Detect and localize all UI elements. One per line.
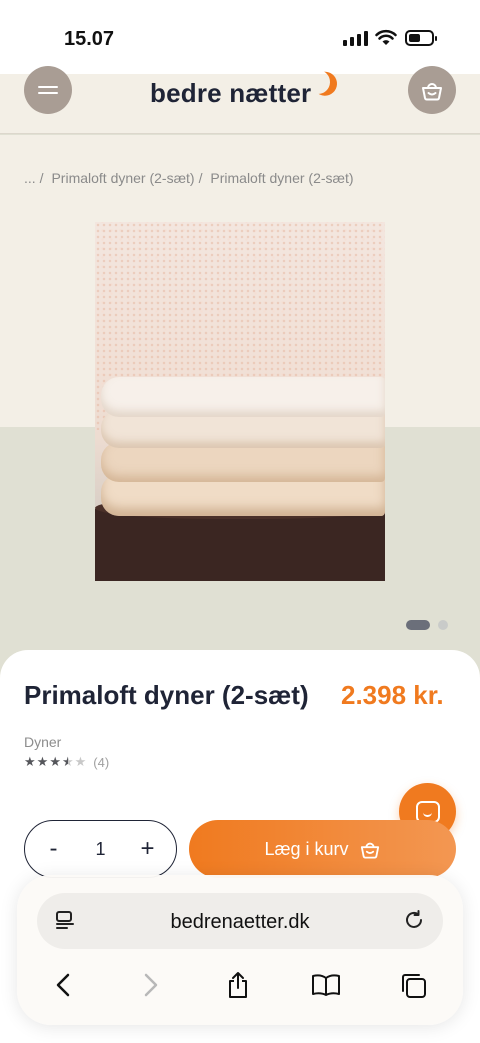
breadcrumb-item[interactable]: ... <box>24 170 36 186</box>
forward-icon <box>144 973 158 997</box>
browser-toolbar: bedrenaetter.dk <box>17 875 463 1025</box>
star-icon: ★ <box>24 754 36 769</box>
site-logo[interactable]: bedre nætter <box>150 78 311 109</box>
review-count: (4) <box>93 754 110 770</box>
status-bar: 15.07 <box>0 0 480 74</box>
forward-button[interactable] <box>131 965 171 1005</box>
carousel-dot[interactable] <box>438 620 448 630</box>
back-button[interactable] <box>43 965 83 1005</box>
rating-stars[interactable]: ★ ★ ★ ★ ★ (4) <box>24 754 109 770</box>
reload-icon[interactable] <box>403 909 425 931</box>
wifi-icon <box>375 29 397 45</box>
decrease-button[interactable]: - <box>38 835 68 863</box>
product-price: 2.398 kr. <box>341 680 444 710</box>
star-icon: ★ <box>49 754 61 769</box>
bookmarks-button[interactable] <box>306 965 346 1005</box>
back-icon <box>56 973 70 997</box>
tabs-icon <box>402 974 426 998</box>
address-bar[interactable]: bedrenaetter.dk <box>37 893 443 949</box>
carousel-dot-active[interactable] <box>406 620 430 630</box>
basket-icon <box>422 83 442 101</box>
star-icon: ★ <box>36 754 49 769</box>
url-text[interactable]: bedrenaetter.dk <box>37 911 443 934</box>
quantity-stepper: - 1 + <box>24 820 177 878</box>
bookmarks-icon <box>312 974 340 996</box>
breadcrumb-item: Primaloft dyner (2-sæt) <box>210 170 354 186</box>
share-icon <box>229 972 247 998</box>
share-button[interactable] <box>218 965 258 1005</box>
add-to-cart-button[interactable]: Læg i kurv <box>189 820 456 878</box>
breadcrumb-item[interactable]: Primaloft dyner (2-sæt) <box>51 170 194 186</box>
product-image[interactable] <box>95 222 385 581</box>
breadcrumb: ... / Primaloft dyner (2-sæt) / Primaloft … <box>24 170 354 186</box>
site-header: bedre nætter <box>0 66 480 134</box>
star-icon: ★ <box>74 754 87 769</box>
increase-button[interactable]: + <box>132 835 162 863</box>
signal-icon <box>343 31 368 46</box>
basket-icon <box>360 842 379 859</box>
add-to-cart-label: Læg i kurv <box>264 838 349 859</box>
carousel-dots <box>406 620 448 630</box>
tabs-button[interactable] <box>393 965 433 1005</box>
product-title: Primaloft dyner (2-sæt) <box>24 680 309 710</box>
battery-icon <box>405 30 437 46</box>
star-half-icon: ★ <box>61 754 74 769</box>
menu-button[interactable] <box>24 66 72 114</box>
status-time: 15.07 <box>64 28 115 50</box>
product-category[interactable]: Dyner <box>24 734 61 750</box>
browser-nav <box>17 965 463 1005</box>
quantity-value[interactable]: 1 <box>95 839 105 860</box>
cart-button[interactable] <box>408 66 456 114</box>
menu-icon <box>38 83 58 97</box>
